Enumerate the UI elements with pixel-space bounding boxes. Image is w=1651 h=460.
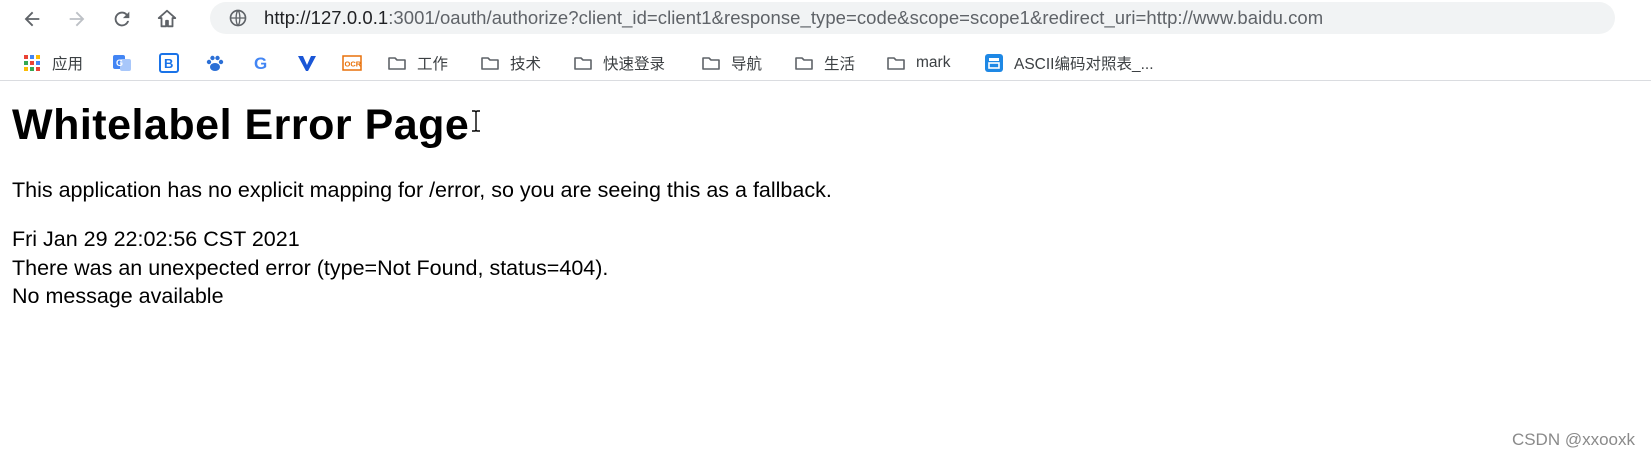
bookmark-label: 导航 [731, 56, 763, 73]
bookmark-ocr[interactable]: OCR [342, 46, 372, 80]
back-arrow-icon[interactable] [17, 4, 47, 34]
ocr-icon: OCR [342, 53, 362, 73]
url-text[interactable]: http://127.0.0.1:3001/oauth/authorize?cl… [264, 7, 1323, 29]
svg-text:OCR: OCR [345, 60, 362, 69]
baidu-paw-icon [205, 53, 225, 73]
bookmark-label: mark [916, 54, 951, 71]
folder-icon [701, 53, 721, 73]
error-message-line: No message available [12, 284, 224, 308]
url-path: :3001/oauth/authorize?client_id=client1&… [388, 7, 1324, 28]
text-cursor-icon [469, 110, 483, 132]
bookmark-ascii[interactable]: ASCII编码对照表_... [984, 46, 1154, 80]
home-icon[interactable] [152, 4, 182, 34]
bookmark-label: 应用 [52, 56, 84, 73]
folder-icon [387, 53, 407, 73]
address-bar[interactable]: http://127.0.0.1:3001/oauth/authorize?cl… [210, 2, 1615, 34]
bookmark-google[interactable]: G [251, 46, 281, 80]
folder-icon [794, 53, 814, 73]
folder-icon [573, 53, 593, 73]
bookmark-label: 快速登录 [603, 56, 666, 73]
svg-text:G: G [254, 54, 267, 73]
bookmark-label: 生活 [824, 56, 856, 73]
error-status-line: There was an unexpected error (type=Not … [12, 256, 609, 280]
folder-icon [886, 53, 906, 73]
error-description: This application has no explicit mapping… [12, 178, 832, 202]
bookmark-v[interactable] [297, 46, 327, 80]
bookmark-translate[interactable]: G [112, 46, 142, 80]
v-logo-icon [297, 53, 317, 73]
page-title: Whitelabel Error Page [12, 101, 470, 149]
folder-icon [480, 53, 500, 73]
apps-grid-icon [22, 53, 42, 73]
bookmark-label: 技术 [510, 56, 542, 73]
browser-toolbar: http://127.0.0.1:3001/oauth/authorize?cl… [0, 0, 1651, 38]
svg-text:G: G [116, 58, 123, 68]
url-host: http://127.0.0.1 [264, 7, 389, 28]
bookmark-folder-tech[interactable]: 技术 [480, 46, 541, 80]
watermark: CSDN @xxooxk [1511, 430, 1635, 449]
bookmark-folder-life[interactable]: 生活 [794, 46, 855, 80]
bookmark-b-icon: B [159, 53, 179, 73]
site-info-icon[interactable] [227, 7, 249, 29]
translate-icon: G [112, 53, 132, 73]
google-g-icon: G [251, 53, 271, 73]
bookmark-label: ASCII编码对照表_... [1014, 56, 1154, 73]
bookmark-baidu[interactable] [205, 46, 235, 80]
bookmark-folder-work[interactable]: 工作 [387, 46, 448, 80]
bookmark-folder-quick-login[interactable]: 快速登录 [573, 46, 665, 80]
bookmark-b[interactable]: B [159, 46, 189, 80]
bookmark-apps[interactable]: 应用 [22, 46, 83, 80]
bookmark-folder-nav[interactable]: 导航 [701, 46, 762, 80]
reload-icon[interactable] [107, 4, 137, 34]
ascii-site-icon [984, 53, 1004, 73]
bookmark-folder-mark[interactable]: mark [886, 46, 950, 80]
bookmarks-bar: 应用 G B G OCR 工作 技术 快速登录 导航 生活 mark ASCII… [0, 46, 1651, 81]
forward-arrow-icon[interactable] [62, 4, 92, 34]
svg-text:B: B [164, 56, 173, 71]
error-timestamp: Fri Jan 29 22:02:56 CST 2021 [12, 227, 300, 251]
bookmark-label: 工作 [417, 56, 449, 73]
